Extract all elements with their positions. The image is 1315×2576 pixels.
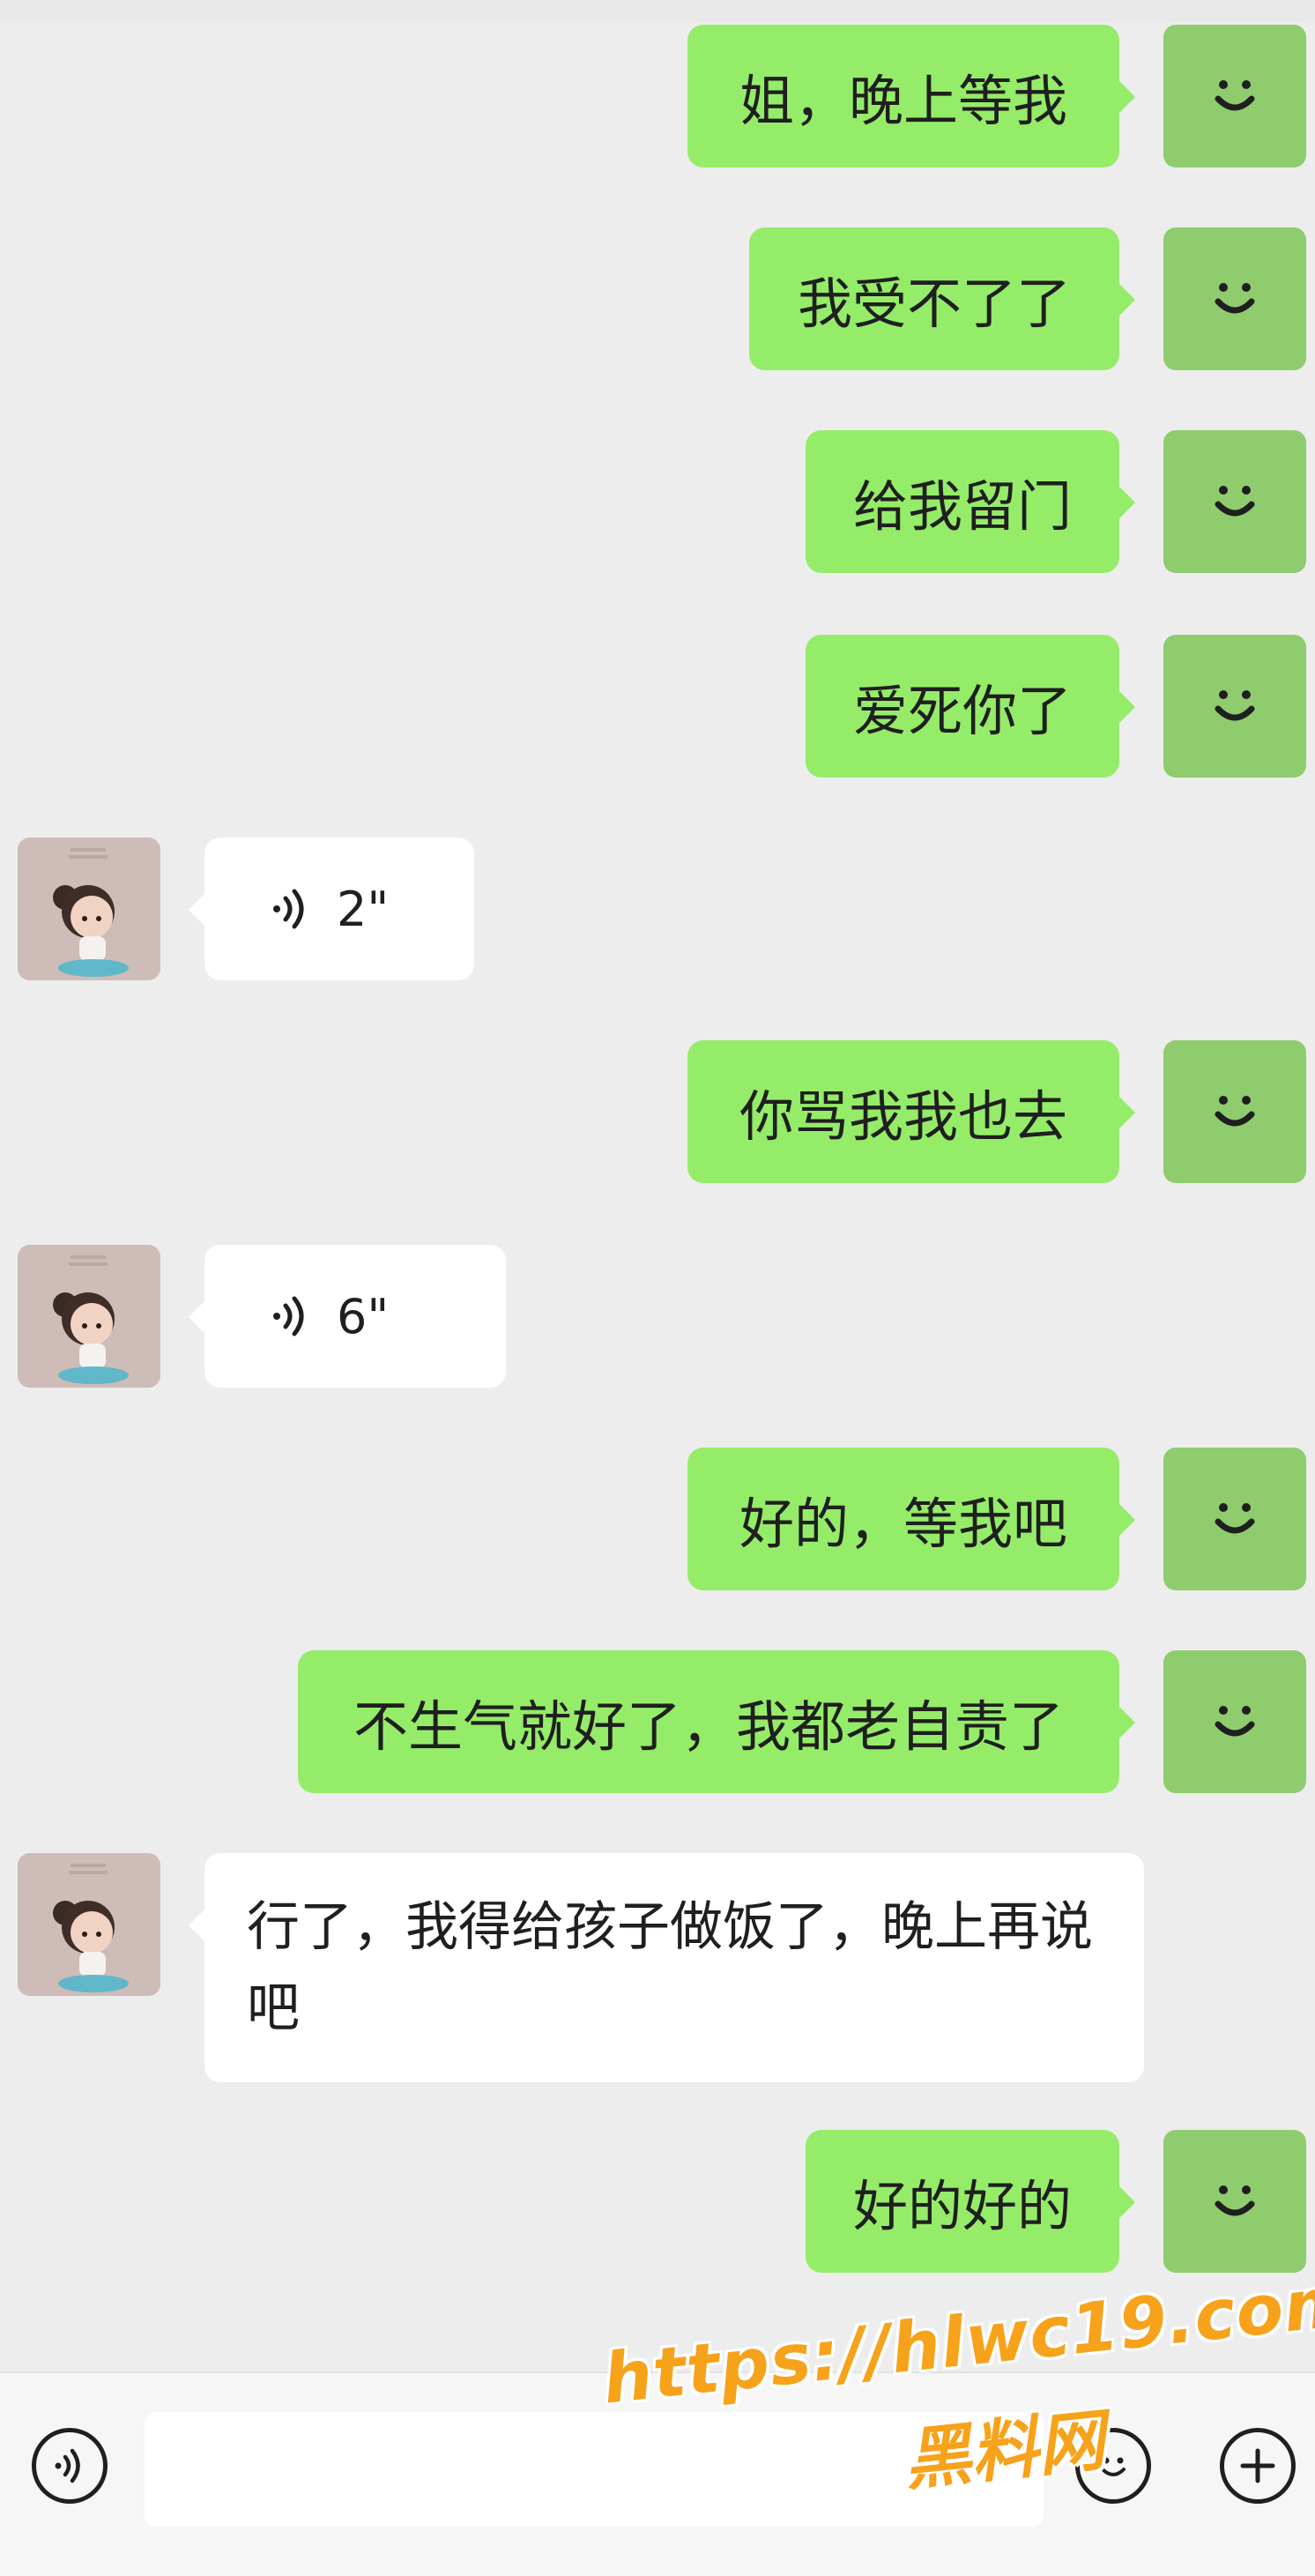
avatar-me[interactable] [1163, 2130, 1306, 2273]
smiley-face-icon [1215, 2185, 1255, 2216]
message-bubble-sent[interactable]: 给我留门 [806, 430, 1135, 573]
message-bubble-sent[interactable]: 不生气就好了，我都老自责了 [298, 1650, 1135, 1793]
message-text: 行了，我得给孩子做饭了，晚上再说吧 [247, 1896, 1093, 2039]
smiley-face-icon [1215, 1503, 1255, 1534]
voice-wave-icon [273, 1296, 304, 1336]
cartoon-girl-avatar-icon [18, 1853, 160, 1996]
smiley-face-icon [1215, 486, 1255, 517]
message-bubble-sent[interactable]: 姐，晚上等我 [687, 25, 1135, 168]
avatar-contact[interactable] [18, 838, 160, 980]
message-bubble-sent[interactable]: 好的好的 [806, 2130, 1135, 2273]
avatar-me[interactable] [1163, 1040, 1306, 1183]
message-text: 好的好的 [852, 2174, 1072, 2238]
avatar-me[interactable] [1163, 635, 1306, 778]
message-row-sent: 我受不了了 [0, 227, 1315, 370]
message-bubble-sent[interactable]: 你骂我我也去 [687, 1040, 1135, 1183]
message-bubble-sent[interactable]: 我受不了了 [749, 227, 1135, 370]
status-divider [0, 0, 1315, 21]
message-row-sent: 给我留门 [0, 430, 1315, 573]
message-text: 给我留门 [852, 474, 1072, 539]
message-row-sent: 好的，等我吧 [0, 1448, 1315, 1590]
message-text: 我受不了了 [797, 272, 1071, 336]
smiley-face-icon [1215, 1096, 1255, 1127]
message-text: 你骂我我也去 [739, 1084, 1067, 1149]
avatar-contact[interactable] [18, 1245, 160, 1388]
message-row-received: 2" [0, 838, 1315, 980]
emoji-button[interactable] [1075, 2428, 1151, 2504]
cartoon-girl-avatar-icon [18, 838, 160, 980]
message-row-sent: 爱死你了 [0, 635, 1315, 778]
voice-wave-icon [273, 889, 304, 929]
voice-message-bubble[interactable]: 6" [189, 1245, 506, 1388]
message-text: 姐，晚上等我 [739, 69, 1067, 133]
voice-message-bubble[interactable]: 2" [189, 838, 474, 980]
message-input[interactable] [145, 2412, 1044, 2527]
smiley-icon [1101, 2457, 1126, 2476]
message-bubble-sent[interactable]: 爱死你了 [806, 635, 1135, 778]
smiley-face-icon [1215, 1706, 1255, 1737]
message-row-sent: 你骂我我也去 [0, 1040, 1315, 1183]
avatar-me[interactable] [1163, 25, 1306, 168]
avatar-me[interactable] [1163, 430, 1306, 573]
message-row-received: 6" [0, 1245, 1315, 1388]
voice-input-toggle-button[interactable] [32, 2428, 108, 2504]
avatar-me[interactable] [1163, 1448, 1306, 1590]
voice-duration: 6" [337, 1288, 390, 1344]
smiley-face-icon [1215, 80, 1255, 111]
plus-icon [1240, 2448, 1275, 2483]
message-text: 好的，等我吧 [739, 1492, 1067, 1556]
message-row-sent: 好的好的 [0, 2130, 1315, 2273]
avatar-me[interactable] [1163, 227, 1306, 370]
message-text: 爱死你了 [852, 679, 1072, 743]
message-bubble-sent[interactable]: 好的，等我吧 [687, 1448, 1135, 1590]
smiley-face-icon [1215, 690, 1255, 721]
more-functions-button[interactable] [1220, 2428, 1296, 2504]
cartoon-girl-avatar-icon [18, 1245, 160, 1388]
avatar-me[interactable] [1163, 1650, 1306, 1793]
voice-wave-icon [55, 2448, 80, 2483]
message-row-sent: 姐，晚上等我 [0, 25, 1315, 168]
voice-duration: 2" [337, 881, 390, 937]
smiley-face-icon [1215, 283, 1255, 314]
avatar-contact[interactable] [18, 1853, 160, 1996]
message-bubble-received[interactable]: 行了，我得给孩子做饭了，晚上再说吧 [189, 1853, 1144, 2082]
message-row-received: 行了，我得给孩子做饭了，晚上再说吧 [0, 1853, 1315, 2082]
message-text: 不生气就好了，我都老自责了 [353, 1694, 1064, 1759]
chat-input-bar [0, 2371, 1315, 2576]
message-row-sent: 不生气就好了，我都老自责了 [0, 1650, 1315, 1793]
